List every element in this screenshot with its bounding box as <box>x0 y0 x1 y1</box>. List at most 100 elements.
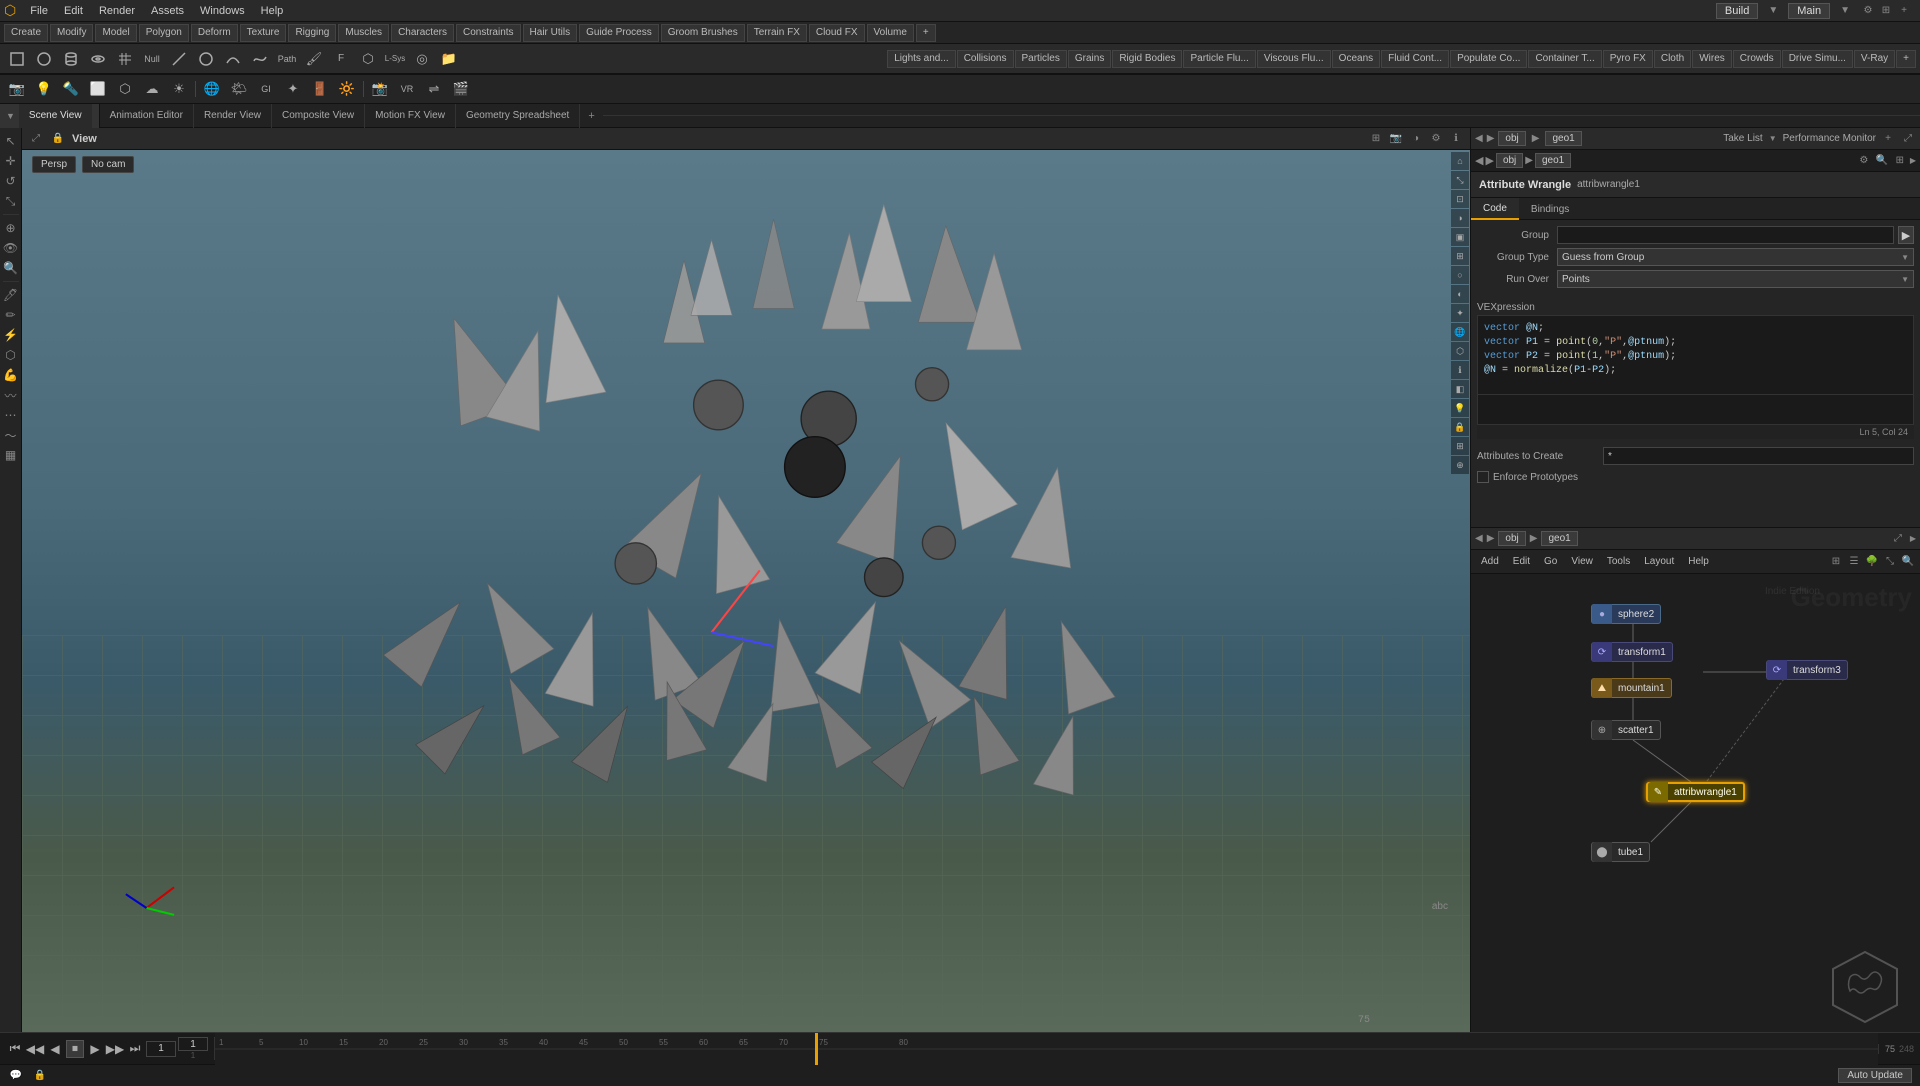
ng-list-icon[interactable]: ☰ <box>1846 554 1862 570</box>
vp-camera-icon[interactable]: 📷 <box>1388 131 1404 147</box>
node-attribwrangle1[interactable]: ✎ attribwrangle1 <box>1646 782 1745 802</box>
aw-nav-fwd[interactable]: ▶ <box>1485 154 1493 167</box>
tab-animation-editor[interactable]: Animation Editor <box>100 104 194 128</box>
camera3-tool[interactable]: 🎬 <box>448 76 474 102</box>
box-tool[interactable] <box>4 46 30 72</box>
vex-extra-input[interactable] <box>1477 395 1914 425</box>
go-end-btn[interactable]: ⏭ <box>126 1040 144 1058</box>
collisions-btn[interactable]: Collisions <box>957 50 1014 68</box>
modify-btn[interactable]: Modify <box>50 24 93 42</box>
build-button[interactable]: Build <box>1716 3 1758 19</box>
plus-icon[interactable]: + <box>1896 3 1912 19</box>
vp-layout-icon[interactable]: ⊞ <box>1368 131 1384 147</box>
pyro-fx-btn[interactable]: Pyro FX <box>1603 50 1653 68</box>
characters-btn[interactable]: Characters <box>391 24 454 42</box>
attr-create-input[interactable] <box>1603 447 1914 465</box>
point-light-tool[interactable]: 💡 <box>31 76 57 102</box>
terrain-fx-btn[interactable]: Terrain FX <box>747 24 807 42</box>
cloth-btn[interactable]: Cloth <box>1654 50 1691 68</box>
sphere-tool[interactable] <box>31 46 57 72</box>
env-light-tool[interactable]: 🌐 <box>199 76 225 102</box>
auto-update-btn[interactable]: Auto Update <box>1838 1068 1912 1083</box>
play-fwd-btn[interactable]: ▶ <box>86 1040 104 1058</box>
ng-help-btn[interactable]: Help <box>1682 553 1715 571</box>
menu-assets[interactable]: Assets <box>143 0 192 21</box>
switcher-tool[interactable]: ⇌ <box>421 76 447 102</box>
path-geo-btn[interactable]: geo1 <box>1545 131 1581 146</box>
aw-collapse-icon[interactable]: ▶ <box>1910 156 1916 165</box>
snap-icon[interactable]: ⊕ <box>1451 456 1469 474</box>
wire-tool-icon[interactable]: 〜 <box>2 426 20 444</box>
more-create-btn[interactable]: + <box>916 24 936 42</box>
mat-icon[interactable]: ◧ <box>1451 380 1469 398</box>
polygon-btn[interactable]: Polygon <box>139 24 189 42</box>
perf-monitor-btn[interactable]: Performance Monitor <box>1783 133 1876 144</box>
rotate-tool-icon[interactable]: ↺ <box>2 172 20 190</box>
more-tools-btn[interactable]: + <box>1896 50 1916 68</box>
create-btn[interactable]: Create <box>4 24 48 42</box>
ng-fit-icon[interactable]: ⤡ <box>1882 554 1898 570</box>
cloth-s-icon[interactable]: ▦ <box>2 446 20 464</box>
wires-btn[interactable]: Wires <box>1692 50 1732 68</box>
settings-icon[interactable]: ⚙ <box>1860 3 1876 19</box>
culling-icon[interactable]: ◐ <box>1451 285 1469 303</box>
ng-tree-icon[interactable]: 🌳 <box>1864 554 1880 570</box>
portal-light-tool[interactable]: 🚪 <box>307 76 333 102</box>
geometry-light-tool[interactable]: ⬡ <box>112 76 138 102</box>
vp-settings-icon[interactable]: ⚙ <box>1428 131 1444 147</box>
tab-composite-view[interactable]: Composite View <box>272 104 365 128</box>
camera-tool[interactable]: 📷 <box>4 76 30 102</box>
add-tab-btn[interactable]: + <box>580 110 602 122</box>
aw-obj-path[interactable]: obj <box>1496 153 1523 168</box>
viewport-3d[interactable]: Persp No cam <box>22 150 1470 1032</box>
vp-info-icon[interactable]: ℹ <box>1448 131 1464 147</box>
viewport-maximize-icon[interactable]: ⤢ <box>28 131 44 147</box>
groom-tool-icon[interactable]: ⋯ <box>2 406 20 424</box>
geo-icon[interactable]: ⬡ <box>1451 342 1469 360</box>
aw-layout-icon[interactable]: ⊞ <box>1892 153 1908 169</box>
platonic-solids-tool[interactable]: ⬡ <box>355 46 381 72</box>
tab-render-view[interactable]: Render View <box>194 104 272 128</box>
cloud-fx-btn[interactable]: Cloud FX <box>809 24 865 42</box>
pose-tool-icon[interactable]: ⚡ <box>2 326 20 344</box>
rigid-bodies-btn[interactable]: Rigid Bodies <box>1112 50 1182 68</box>
particle-flu-btn[interactable]: Particle Flu... <box>1183 50 1255 68</box>
vp-shading-icon[interactable]: ◑ <box>1408 131 1424 147</box>
ng-expand-icon[interactable]: ⤢ <box>1890 531 1906 547</box>
vr-camera-tool[interactable]: VR <box>394 76 420 102</box>
torus-tool[interactable] <box>85 46 111 72</box>
ng-view-btn[interactable]: View <box>1565 553 1599 571</box>
ng-grid-icon[interactable]: ⊞ <box>1828 554 1844 570</box>
ng-nav-fwd[interactable]: ▶ <box>1487 533 1495 544</box>
inspect-tool-icon[interactable]: 🔍 <box>2 259 20 277</box>
sculpt-tool-icon[interactable]: ✏ <box>2 306 20 324</box>
ng-zoom-in-icon[interactable]: 🔍 <box>1900 554 1916 570</box>
l-system-tool[interactable]: L-Sys <box>382 46 408 72</box>
tube-tool[interactable] <box>58 46 84 72</box>
texture-btn[interactable]: Texture <box>240 24 287 42</box>
node-mountain1[interactable]: ⛰ mountain1 <box>1591 678 1672 698</box>
menu-windows[interactable]: Windows <box>192 0 253 21</box>
frame-display[interactable] <box>178 1037 208 1051</box>
cam-lock-icon[interactable]: 🔒 <box>1451 418 1469 436</box>
dop-tool-icon[interactable]: ⬡ <box>2 346 20 364</box>
go-start-btn[interactable]: ⏮ <box>6 1040 24 1058</box>
aw-nav-back[interactable]: ◀ <box>1475 154 1483 167</box>
code-tab[interactable]: Code <box>1471 198 1519 220</box>
hdri-icon[interactable]: 🌐 <box>1451 323 1469 341</box>
ng-nav-back[interactable]: ◀ <box>1475 533 1483 544</box>
curve-tool[interactable] <box>220 46 246 72</box>
path-obj-btn[interactable]: obj <box>1498 131 1525 146</box>
ng-geo-path[interactable]: geo1 <box>1541 531 1577 546</box>
move-tool-icon[interactable]: ✛ <box>2 152 20 170</box>
tab-geo-spreadsheet[interactable]: Geometry Spreadsheet <box>456 104 580 128</box>
menu-help[interactable]: Help <box>253 0 292 21</box>
ng-obj-path[interactable]: obj <box>1498 531 1525 546</box>
circle-tool[interactable] <box>193 46 219 72</box>
sky-light-tool[interactable]: 🌤 <box>226 76 252 102</box>
paint-tool-icon[interactable]: 🖊 <box>2 286 20 304</box>
group-type-dropdown[interactable]: Guess from Group ▼ <box>1557 248 1914 266</box>
file-tool[interactable]: 📁 <box>436 46 462 72</box>
ambient-light-tool[interactable]: 🔆 <box>334 76 360 102</box>
menu-render[interactable]: Render <box>91 0 143 21</box>
